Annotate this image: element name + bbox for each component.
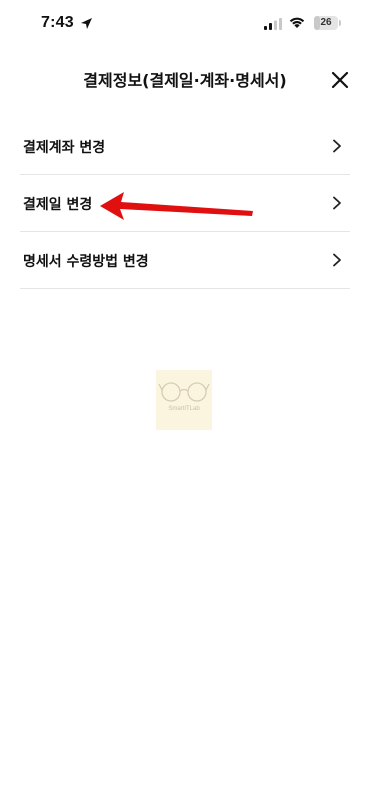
chevron-right-icon — [333, 139, 341, 153]
watermark-logo: SmartITLab — [156, 370, 212, 430]
red-arrow-icon — [100, 192, 253, 220]
status-bar: 7:43 26 — [0, 0, 370, 50]
page-title: 결제정보(결제일·계좌·명세서) — [83, 71, 287, 90]
close-icon[interactable] — [328, 68, 352, 92]
glasses-icon — [158, 382, 210, 402]
menu-item-label: 결제계좌 변경 — [23, 140, 106, 156]
header: 결제정보(결제일·계좌·명세서) — [0, 50, 370, 110]
chevron-right-icon — [333, 253, 341, 267]
menu-item-label: 결제일 변경 — [23, 197, 93, 213]
location-arrow-icon — [81, 18, 92, 29]
status-time: 7:43 — [41, 14, 74, 31]
menu-item-label: 명세서 수령방법 변경 — [23, 254, 149, 270]
wifi-icon — [289, 17, 305, 28]
battery-tip — [339, 20, 341, 26]
menu-item-change-account[interactable]: 결제계좌 변경 — [20, 118, 350, 175]
watermark-text: SmartITLab — [168, 406, 200, 412]
menu-item-change-statement-method[interactable]: 명세서 수령방법 변경 — [20, 232, 350, 289]
battery-level: 26 — [320, 17, 332, 28]
chevron-right-icon — [333, 196, 341, 210]
battery-icon: 26 — [314, 16, 338, 30]
cellular-signal-icon — [264, 18, 282, 30]
